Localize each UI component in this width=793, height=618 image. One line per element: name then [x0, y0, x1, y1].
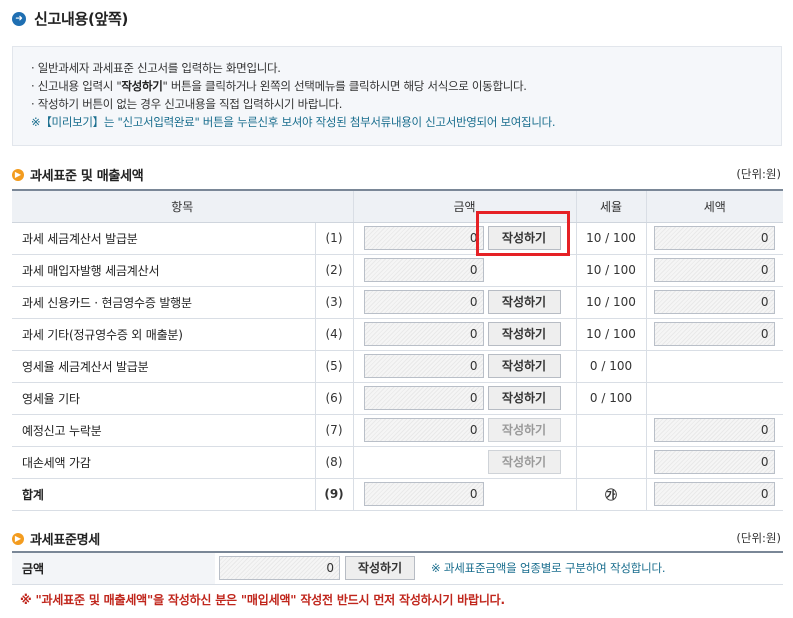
amount-field[interactable]: 0 — [363, 386, 484, 410]
section-title: 과세표준명세 — [30, 533, 100, 548]
info-text: 신고내용 입력시 " — [37, 79, 122, 93]
bullet: · — [31, 79, 35, 93]
tax-field[interactable]: 0 — [653, 258, 775, 282]
bullet: · — [31, 61, 35, 75]
row-label: 과세 신용카드 · 현금영수증 발행분 — [12, 286, 315, 319]
row-label: 합계 — [12, 478, 315, 511]
write-button[interactable]: 작성하기 — [487, 386, 561, 410]
section-title: 과세표준 및 매출세액 — [30, 169, 144, 184]
table-header-row: 항목 금액 세율 세액 — [12, 190, 783, 223]
info-note: ※【미리보기】는 "신고서입력완료" 버튼을 누른신후 보셔야 작성된 첨부서류… — [31, 115, 556, 129]
total-amount-field[interactable]: 0 — [363, 482, 484, 506]
col-header-item: 항목 — [12, 190, 353, 223]
tax-field[interactable]: 0 — [653, 450, 775, 474]
info-line-3: · 작성하기 버튼이 없는 경우 신고내용을 직접 입력하시기 바랍니다. — [31, 95, 781, 113]
page-title: 신고내용(앞쪽) — [34, 10, 129, 28]
total-tax-field[interactable]: 0 — [653, 482, 775, 506]
orange-arrow-icon: ▶ — [12, 168, 24, 181]
tax-field[interactable]: 0 — [653, 290, 775, 314]
tax-rate: 0 / 100 — [575, 382, 646, 415]
row-number: (8) — [314, 446, 353, 479]
row-label: 영세율 세금계산서 발급분 — [12, 350, 315, 383]
tax-rate: 0 / 100 — [575, 350, 646, 383]
table-row: 예정신고 누락분 (7) 0 작성하기 0 — [12, 414, 783, 447]
info-box: · 일반과세자 과세표준 신고서를 입력하는 화면입니다. · 신고내용 입력시… — [12, 46, 782, 146]
table-row: 대손세액 가감 (8) 작성하기 0 — [12, 446, 783, 479]
amount-field[interactable]: 0 — [363, 418, 484, 442]
tax-field[interactable]: 0 — [653, 322, 775, 346]
page-header: ➜ 신고내용(앞쪽) — [12, 8, 128, 29]
write-button[interactable]: 작성하기 — [345, 556, 415, 581]
empty-cell — [575, 414, 646, 447]
tax-base-detail-table: 금액 0 작성하기 ※ 과세표준금액을 업종별로 구분하여 작성합니다. — [12, 551, 783, 585]
row-number: (3) — [314, 286, 353, 319]
empty-cell — [645, 350, 783, 383]
orange-arrow-icon: ▶ — [12, 532, 24, 545]
tax-field[interactable]: 0 — [653, 226, 775, 250]
tax-rate: 10 / 100 — [575, 286, 646, 319]
detail-amount-field[interactable]: 0 — [219, 556, 340, 581]
row-label: 과세 매입자발행 세금계산서 — [12, 254, 315, 287]
info-line-2: · 신고내용 입력시 "작성하기" 버튼을 클릭하거나 왼쪽의 선택메뉴를 클릭… — [31, 77, 781, 95]
row-label: 과세 세금계산서 발급분 — [12, 222, 315, 255]
row-number: (1) — [314, 222, 353, 255]
circle-arrow-right-icon: ➜ — [12, 11, 26, 26]
info-strong: 작성하기 — [121, 79, 163, 93]
write-button-disabled: 작성하기 — [487, 450, 561, 474]
unit-label: (단위:원) — [736, 531, 781, 545]
amount-field[interactable]: 0 — [363, 354, 484, 378]
row-number: (6) — [314, 382, 353, 415]
info-line-1: · 일반과세자 과세표준 신고서를 입력하는 화면입니다. — [31, 59, 781, 77]
tax-rate: 10 / 100 — [575, 222, 646, 255]
bullet: · — [31, 97, 35, 111]
info-text: 작성하기 버튼이 없는 경우 신고내용을 직접 입력하시기 바랍니다. — [37, 97, 343, 111]
rate-symbol: ㉮ — [575, 478, 646, 511]
warning-text: ※ "과세표준 및 매출세액"을 작성하신 분은 "매입세액" 작성전 반드시 … — [20, 593, 505, 607]
info-text: " 버튼을 클릭하거나 왼쪽의 선택메뉴를 클릭하시면 해당 서식으로 이동합니… — [162, 79, 527, 93]
row-number: (9) — [314, 478, 353, 511]
table-row: 영세율 기타 (6) 0 작성하기 0 / 100 — [12, 382, 783, 415]
empty-cell — [645, 382, 783, 415]
empty-cell — [575, 446, 646, 479]
write-button[interactable]: 작성하기 — [487, 290, 561, 314]
col-header-tax: 세액 — [645, 190, 783, 223]
unit-label: (단위:원) — [736, 167, 781, 181]
total-row: 합계 (9) 0 ㉮ 0 — [12, 478, 783, 511]
write-button[interactable]: 작성하기 — [487, 322, 561, 346]
detail-note: ※ 과세표준금액을 업종별로 구분하여 작성합니다. — [431, 561, 666, 576]
row-number: (7) — [314, 414, 353, 447]
row-label: 예정신고 누락분 — [12, 414, 315, 447]
row-label: 영세율 기타 — [12, 382, 315, 415]
table-row: 과세 매입자발행 세금계산서 (2) 0 10 / 100 0 — [12, 254, 783, 287]
amount-field[interactable]: 0 — [363, 258, 484, 282]
tax-rate: 10 / 100 — [575, 318, 646, 351]
info-text: 일반과세자 과세표준 신고서를 입력하는 화면입니다. — [37, 61, 281, 75]
table-row: 과세 신용카드 · 현금영수증 발행분 (3) 0 작성하기 10 / 100 0 — [12, 286, 783, 319]
amount-field[interactable]: 0 — [363, 322, 484, 346]
tax-field[interactable]: 0 — [653, 418, 775, 442]
table-row: 과세 세금계산서 발급분 (1) 0 작성하기 10 / 100 0 — [12, 222, 783, 255]
tax-rate: 10 / 100 — [575, 254, 646, 287]
write-button[interactable]: 작성하기 — [487, 354, 561, 378]
amount-field[interactable]: 0 — [363, 290, 484, 314]
highlight-box — [476, 211, 570, 256]
row-number: (5) — [314, 350, 353, 383]
section-header-tax-base-detail: ▶ 과세표준명세 — [12, 529, 100, 548]
row-label: 대손세액 가감 — [12, 446, 315, 479]
table-row: 과세 기타(정규영수증 외 매출분) (4) 0 작성하기 10 / 100 0 — [12, 318, 783, 351]
tax-base-table: 항목 금액 세율 세액 과세 세금계산서 발급분 (1) 0 작성하기 10 / … — [12, 189, 783, 511]
row-number: (2) — [314, 254, 353, 287]
row-label: 금액 — [12, 552, 215, 585]
amount-field[interactable]: 0 — [363, 226, 484, 250]
col-header-rate: 세율 — [575, 190, 646, 223]
row-number: (4) — [314, 318, 353, 351]
row-label: 과세 기타(정규영수증 외 매출분) — [12, 318, 315, 351]
section-header-tax-base: ▶ 과세표준 및 매출세액 — [12, 165, 144, 184]
table-row: 영세율 세금계산서 발급분 (5) 0 작성하기 0 / 100 — [12, 350, 783, 383]
write-button-disabled: 작성하기 — [487, 418, 561, 442]
table-row: 금액 0 작성하기 ※ 과세표준금액을 업종별로 구분하여 작성합니다. — [12, 552, 783, 585]
